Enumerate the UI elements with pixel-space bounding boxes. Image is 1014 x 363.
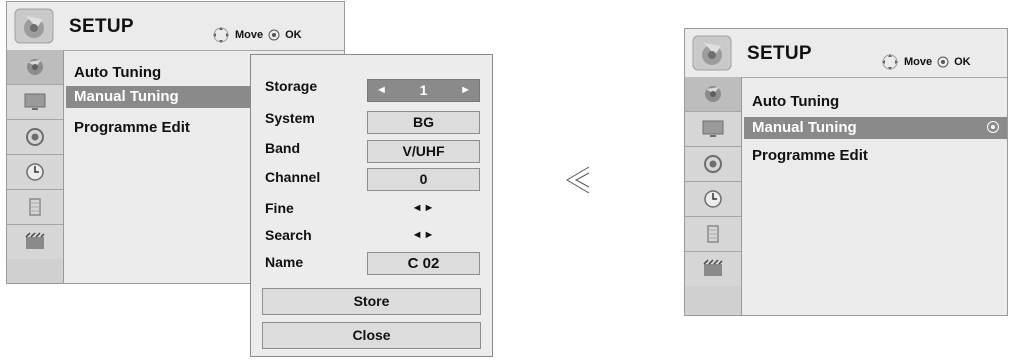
input-icon	[25, 232, 45, 249]
move-arrows-icon	[882, 54, 898, 70]
rail-input[interactable]	[7, 225, 63, 259]
arrow-left-icon[interactable]: ◄	[376, 80, 387, 101]
field-label-name: Name	[265, 254, 304, 270]
menu-header: SETUP Move OK	[685, 29, 1007, 78]
ok-button-icon	[937, 56, 949, 68]
fine-adjust-arrows[interactable]: ◄►	[367, 202, 480, 214]
rail-setup[interactable]	[685, 77, 741, 112]
menu-item-manual-tuning[interactable]: Manual Tuning	[66, 86, 250, 108]
field-label-storage: Storage	[265, 78, 318, 94]
system-field[interactable]: BG	[367, 111, 480, 134]
setup-logo-icon	[692, 35, 732, 71]
storage-selector[interactable]: ◄ 1 ►	[367, 79, 480, 102]
storage-value: 1	[419, 82, 428, 98]
navigation-hint: Move OK	[881, 53, 971, 71]
field-label-search: Search	[265, 227, 312, 243]
arrow-right-icon[interactable]: ►	[460, 80, 471, 101]
ok-hint-label: OK	[954, 56, 971, 68]
menu-title: SETUP	[747, 43, 812, 64]
right-setup-menu: SETUP Move OK Auto Tuning Manual Tuning …	[684, 28, 1008, 316]
screen-icon	[702, 120, 724, 137]
double-chevron-left-icon	[566, 166, 590, 194]
rail-time[interactable]	[7, 155, 63, 190]
rail-audio[interactable]	[685, 147, 741, 182]
ok-hint-label: OK	[285, 29, 302, 41]
move-hint-label: Move	[235, 29, 264, 41]
name-field[interactable]: C 02	[367, 252, 480, 275]
picture-icon	[27, 59, 43, 75]
rail-picture[interactable]	[685, 112, 741, 147]
band-field[interactable]: V/UHF	[367, 140, 480, 163]
setup-logo-icon	[14, 8, 54, 44]
ok-select-icon	[987, 121, 999, 133]
close-button[interactable]: Close	[262, 322, 481, 349]
category-rail	[685, 77, 742, 315]
rail-time[interactable]	[685, 182, 741, 217]
move-arrows-icon	[213, 27, 229, 43]
screen-icon	[24, 93, 46, 110]
field-label-channel: Channel	[265, 169, 321, 185]
rail-setup[interactable]	[7, 50, 63, 85]
channel-field[interactable]: 0	[367, 168, 480, 191]
menu-header: SETUP Move OK	[7, 2, 344, 51]
manual-tuning-label: Manual Tuning	[752, 119, 857, 136]
rail-audio[interactable]	[7, 120, 63, 155]
time-icon	[704, 190, 722, 208]
rail-input[interactable]	[685, 252, 741, 286]
menu-item-programme-edit[interactable]: Programme Edit	[744, 145, 944, 167]
rail-picture[interactable]	[7, 85, 63, 120]
menu-item-programme-edit[interactable]: Programme Edit	[66, 117, 246, 139]
field-label-system: System	[265, 110, 315, 126]
picture-icon	[705, 86, 721, 102]
menu-title: SETUP	[69, 16, 134, 37]
lock-icon	[707, 225, 719, 243]
navigation-hint: Move OK	[212, 26, 302, 44]
store-button[interactable]: Store	[262, 288, 481, 315]
menu-item-auto-tuning[interactable]: Auto Tuning	[744, 91, 944, 113]
rail-lock[interactable]	[685, 217, 741, 252]
menu-item-manual-tuning[interactable]: Manual Tuning	[744, 117, 1007, 139]
time-icon	[26, 163, 44, 181]
search-arrows[interactable]: ◄►	[367, 229, 480, 241]
field-label-band: Band	[265, 140, 300, 156]
input-icon	[703, 259, 723, 276]
rail-lock[interactable]	[7, 190, 63, 225]
audio-icon	[704, 155, 722, 173]
ok-button-icon	[268, 29, 280, 41]
category-rail	[7, 50, 64, 283]
field-label-fine: Fine	[265, 200, 294, 216]
manual-tuning-panel: Storage ◄ 1 ► System BG Band V/UHF Chann…	[250, 54, 493, 357]
audio-icon	[26, 128, 44, 146]
menu-item-auto-tuning[interactable]: Auto Tuning	[66, 62, 246, 84]
move-hint-label: Move	[904, 56, 933, 68]
lock-icon	[29, 198, 41, 216]
